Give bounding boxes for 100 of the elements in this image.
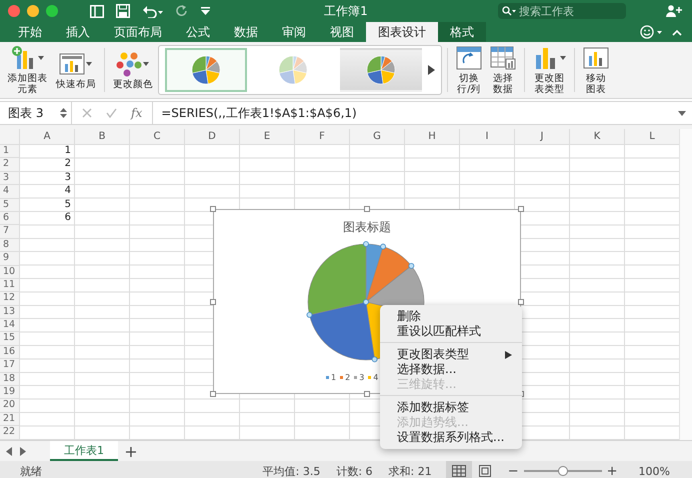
column-header[interactable]: K	[570, 129, 625, 145]
row-header[interactable]: 11	[0, 278, 20, 292]
ribbon-tab[interactable]: 格式	[438, 22, 486, 42]
chart-style-thumbnail[interactable]	[340, 48, 422, 92]
resize-handle[interactable]	[518, 206, 524, 212]
table-cell[interactable]: 2	[20, 158, 75, 172]
selection-handle[interactable]	[363, 241, 369, 247]
formula-text[interactable]: =SERIES(,,工作表1!$A$1:$A$6,1)	[153, 104, 678, 122]
zoom-out-button[interactable]: −	[508, 464, 519, 478]
menu-item[interactable]: 设置数据系列格式...	[380, 430, 522, 445]
row-header[interactable]: 16	[0, 346, 20, 360]
menu-item[interactable]: 重设以匹配样式	[380, 324, 522, 339]
row-header[interactable]: 18	[0, 372, 20, 386]
table-cell[interactable]: 4	[20, 185, 75, 199]
expand-caret-icon[interactable]	[678, 110, 686, 116]
next-sheet-icon[interactable]	[20, 446, 26, 456]
row-header[interactable]: 14	[0, 319, 20, 332]
row-header[interactable]: 21	[0, 412, 20, 426]
ribbon-button[interactable]: 快速布局	[52, 48, 99, 92]
ribbon-tab[interactable]: 插入	[54, 22, 102, 42]
ribbon-button[interactable]: 添加图表元素	[4, 43, 51, 97]
sidebar-icon[interactable]	[90, 4, 104, 18]
selection-handle[interactable]	[372, 356, 378, 362]
row-header[interactable]: 22	[0, 426, 20, 440]
ribbon-tab[interactable]: 图表设计	[366, 22, 438, 42]
pie-slice[interactable]	[366, 246, 412, 302]
column-header[interactable]: D	[185, 129, 240, 145]
row-header[interactable]: 15	[0, 332, 20, 346]
customize-toolbar-icon[interactable]	[201, 7, 210, 15]
ribbon-button[interactable]: 更改图表类型	[530, 43, 569, 97]
resize-handle[interactable]	[518, 298, 524, 304]
resize-handle[interactable]	[210, 298, 216, 304]
selection-handle[interactable]	[380, 244, 386, 250]
column-header[interactable]: J	[515, 129, 570, 145]
view-button[interactable]	[446, 461, 472, 478]
row-header[interactable]: 7	[0, 225, 20, 239]
pie-slice[interactable]	[309, 302, 375, 360]
chart-style-thumbnail[interactable]	[164, 48, 247, 92]
ribbon-button[interactable]: 选择数据	[486, 43, 519, 97]
menu-item[interactable]: 删除	[380, 309, 522, 324]
row-header[interactable]: 19	[0, 386, 20, 400]
add-sheet-button[interactable]: +	[118, 441, 144, 461]
menu-item[interactable]: 添加数据标签	[380, 400, 522, 415]
row-header[interactable]: 12	[0, 292, 20, 306]
smiley-icon[interactable]	[640, 25, 664, 39]
menu-item[interactable]: 更改图表类型	[380, 347, 522, 362]
row-header[interactable]: 6	[0, 212, 20, 226]
scrollbar[interactable]	[679, 129, 692, 440]
row-header[interactable]: 13	[0, 306, 20, 320]
selection-handle[interactable]	[306, 312, 312, 318]
row-header[interactable]: 17	[0, 359, 20, 373]
sheet-tab[interactable]: 工作表1	[50, 441, 118, 461]
ribbon-tab[interactable]: 公式	[174, 22, 222, 42]
zoom-in-button[interactable]: +	[606, 464, 618, 478]
row-header[interactable]: 10	[0, 266, 20, 279]
ribbon-tab[interactable]: 审阅	[270, 22, 318, 42]
row-header[interactable]: 20	[0, 399, 20, 413]
search-field[interactable]: 搜索工作表	[498, 3, 626, 19]
ribbon-button[interactable]: 移动图表	[580, 43, 612, 97]
row-header[interactable]: 2	[0, 158, 20, 172]
table-cell[interactable]: 6	[20, 212, 75, 226]
column-header[interactable]: L	[625, 129, 680, 145]
column-header[interactable]: F	[295, 129, 350, 145]
search-icon[interactable]	[502, 6, 516, 16]
checkmark-icon[interactable]	[106, 108, 117, 118]
column-header[interactable]: H	[405, 129, 460, 145]
resize-handle[interactable]	[210, 206, 216, 212]
next-arrow-icon[interactable]	[428, 65, 435, 75]
column-header[interactable]: G	[350, 129, 405, 145]
ribbon-tab[interactable]: 页面布局	[102, 22, 174, 42]
resize-handle[interactable]	[364, 391, 370, 397]
insert-function-button[interactable]: fx	[131, 106, 142, 120]
zoom-button[interactable]	[46, 5, 58, 17]
ribbon-tab[interactable]: 视图	[318, 22, 366, 42]
row-header[interactable]: 9	[0, 252, 20, 266]
row-header[interactable]: 1	[0, 145, 20, 158]
collapse-ribbon-icon[interactable]	[672, 28, 682, 36]
table-cell[interactable]: 5	[20, 198, 75, 212]
table-cell[interactable]: 3	[20, 172, 75, 186]
selection-handle[interactable]	[363, 299, 369, 305]
table-cell[interactable]: 1	[20, 145, 75, 158]
row-header[interactable]: 3	[0, 172, 20, 186]
add-person-icon[interactable]	[666, 5, 682, 17]
ribbon-tab[interactable]: 数据	[222, 22, 270, 42]
column-header[interactable]: E	[240, 129, 295, 145]
cancel-icon[interactable]	[82, 108, 92, 118]
previous-sheet-icon[interactable]	[6, 446, 12, 456]
ribbon-button[interactable]: 切换行/列	[452, 43, 485, 97]
resize-handle[interactable]	[364, 206, 370, 212]
row-header[interactable]: 4	[0, 185, 20, 199]
column-header[interactable]: A	[20, 129, 75, 145]
redo-icon[interactable]	[176, 4, 189, 18]
ribbon-tab[interactable]: 开始	[6, 22, 54, 42]
menu-item[interactable]: 选择数据...	[380, 362, 522, 377]
resize-handle[interactable]	[210, 391, 216, 397]
minimize-button[interactable]	[27, 5, 39, 17]
name-box[interactable]: 图表 3	[0, 102, 72, 124]
pie-slice[interactable]	[308, 244, 366, 316]
row-header[interactable]: 5	[0, 198, 20, 212]
slider-thumb[interactable]	[558, 466, 568, 476]
